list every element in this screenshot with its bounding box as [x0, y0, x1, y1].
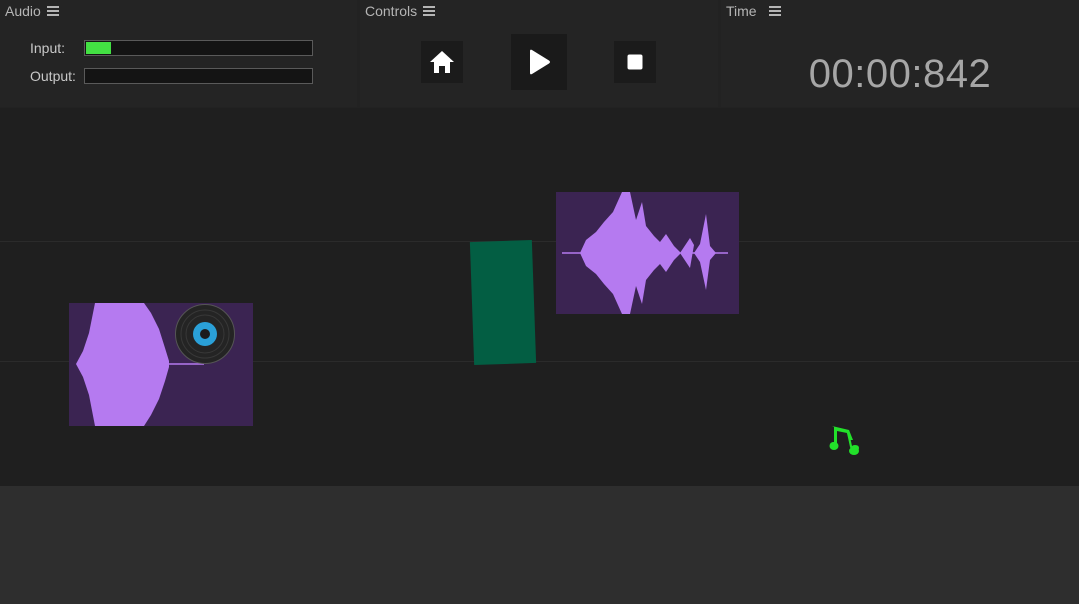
controls-panel: Controls — [360, 0, 718, 107]
audio-clip[interactable] — [556, 192, 739, 314]
stop-icon — [627, 54, 643, 70]
time-panel-title: Time — [726, 3, 757, 19]
top-toolbar: Audio Input: Output: Controls Time 00:00… — [0, 0, 1079, 108]
time-panel-header: Time — [726, 3, 781, 19]
controls-panel-header: Controls — [365, 3, 436, 19]
audio-panel: Audio Input: Output: — [0, 0, 357, 107]
audio-panel-header: Audio — [5, 3, 59, 19]
green-block[interactable] — [469, 239, 537, 366]
output-level-meter — [84, 68, 313, 84]
time-display: 00:00:842 — [808, 52, 992, 96]
home-icon — [430, 51, 454, 73]
time-menu-icon[interactable] — [768, 6, 781, 16]
music-note-icon[interactable] — [829, 424, 861, 458]
input-level-meter — [84, 40, 313, 56]
controls-panel-title: Controls — [365, 3, 418, 19]
controls-menu-icon[interactable] — [423, 6, 436, 16]
audio-panel-title: Audio — [5, 3, 41, 19]
vinyl-record-icon[interactable] — [174, 303, 236, 365]
audio-menu-icon[interactable] — [46, 6, 59, 16]
input-level-fill — [86, 42, 111, 54]
input-meter-label: Input: — [30, 40, 66, 56]
timeline-stage[interactable] — [0, 108, 1079, 486]
play-icon — [530, 49, 550, 75]
play-button[interactable] — [511, 34, 567, 90]
bottom-panel — [0, 486, 1079, 604]
time-panel: Time 00:00:842 — [721, 0, 1079, 107]
stop-button[interactable] — [614, 41, 656, 83]
track-divider — [0, 241, 1079, 242]
waveform — [562, 192, 728, 314]
output-meter-label: Output: — [30, 68, 76, 84]
audio-clip[interactable] — [69, 303, 253, 426]
home-button[interactable] — [421, 41, 463, 83]
